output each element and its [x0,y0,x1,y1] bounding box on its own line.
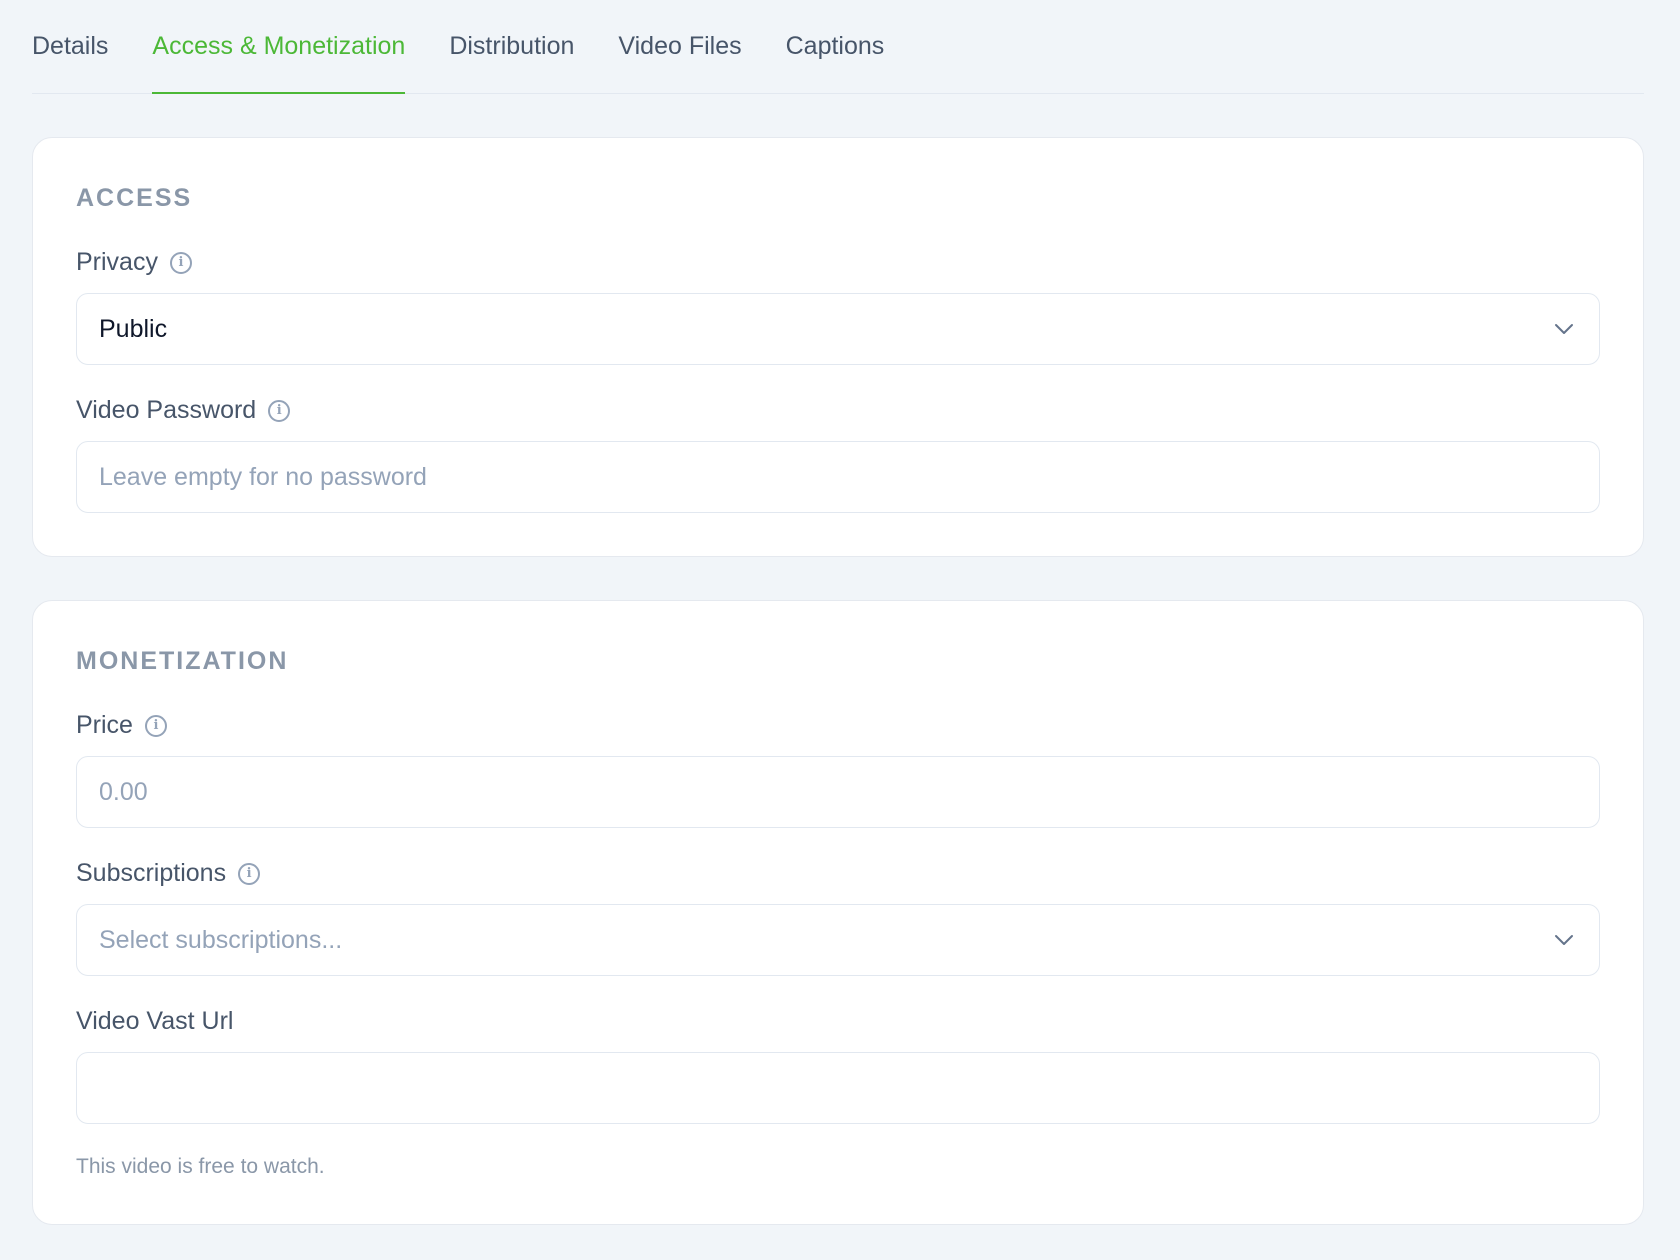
info-icon[interactable]: i [169,251,192,274]
page: Details Access & Monetization Distributi… [0,0,1680,1260]
tab-bar: Details Access & Monetization Distributi… [32,0,1644,94]
tab-distribution[interactable]: Distribution [449,0,574,93]
subscriptions-label-text: Subscriptions [76,859,227,887]
chevron-down-icon [1551,316,1577,342]
tab-video-files[interactable]: Video Files [618,0,741,93]
tab-details[interactable]: Details [32,0,108,93]
tab-captions[interactable]: Captions [786,0,885,93]
subscriptions-select-placeholder: Select subscriptions... [99,925,343,954]
chevron-down-icon [1551,927,1577,953]
subscriptions-label: Subscriptions i [76,859,261,888]
video-password-label-text: Video Password [76,396,257,424]
video-vast-url-label: Video Vast Url [76,1007,233,1036]
monetization-card: MONETIZATION Price i Subscriptions i Sel… [32,600,1644,1225]
subscriptions-select[interactable]: Select subscriptions... [76,904,1600,976]
privacy-label: Privacy i [76,248,192,277]
price-input[interactable] [76,756,1600,828]
video-vast-url-input[interactable] [76,1052,1600,1124]
video-password-input[interactable] [76,441,1600,513]
tab-access-monetization[interactable]: Access & Monetization [152,0,405,94]
video-password-label: Video Password i [76,396,291,425]
info-icon[interactable]: i [238,862,261,885]
privacy-select[interactable]: Public [76,293,1600,365]
monetization-section-title: MONETIZATION [76,647,289,675]
video-vast-url-label-text: Video Vast Url [76,1007,234,1035]
privacy-select-value: Public [99,314,168,343]
free-to-watch-helper: This video is free to watch. [76,1155,325,1178]
access-card: ACCESS Privacy i Public Video Password i [32,137,1644,557]
access-section-title: ACCESS [76,184,193,212]
info-icon[interactable]: i [144,714,167,737]
price-label: Price i [76,711,167,740]
info-icon[interactable]: i [268,399,291,422]
privacy-label-text: Privacy [76,248,158,276]
price-label-text: Price [76,711,133,739]
